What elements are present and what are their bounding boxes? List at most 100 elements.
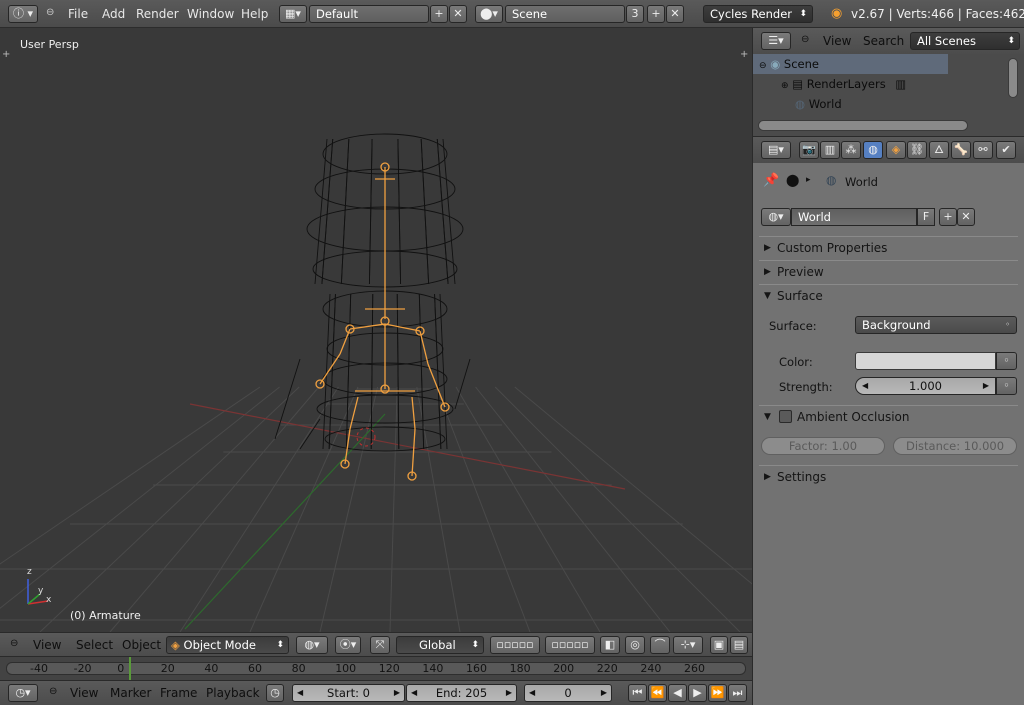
editor-type-properties-button[interactable]: ▤▾ [761, 141, 791, 159]
outliner-row-world[interactable]: ◍ World [753, 94, 948, 114]
menu-render[interactable]: Render [136, 7, 179, 21]
pin-icon[interactable]: 📌 [763, 173, 779, 188]
menu-view[interactable]: View [823, 34, 851, 48]
color-socket-button[interactable]: ◦ [996, 352, 1017, 370]
arrow-left-icon[interactable]: ◀ [411, 685, 417, 701]
snap-icon[interactable]: ⌒ [650, 636, 670, 654]
menu-help[interactable]: Help [241, 7, 268, 21]
collapse-menu-icon[interactable]: ⊖ [10, 638, 18, 649]
pivot-point-icon[interactable]: ⦿▾ [335, 636, 361, 654]
panel-settings[interactable]: ▶ Settings [759, 465, 1018, 487]
menu-view[interactable]: View [70, 686, 98, 700]
tab-world-icon[interactable]: ◍ [863, 141, 883, 159]
display-mode-select[interactable]: All Scenes ⬍ [910, 32, 1020, 50]
end-frame-field[interactable]: ◀ End: 205 ▶ [406, 684, 517, 702]
tab-modifiers-icon[interactable]: ✔ [996, 141, 1016, 159]
strength-socket-button[interactable]: ◦ [996, 377, 1017, 395]
outliner-row-scene[interactable]: ⊖ ◉ Scene [753, 54, 948, 74]
arrow-left-icon[interactable]: ◀ [297, 685, 303, 701]
menu-search[interactable]: Search [863, 34, 904, 48]
ao-checkbox[interactable] [779, 410, 792, 423]
arrow-left-icon[interactable]: ◀ [529, 685, 535, 701]
tab-layers-icon[interactable]: ▥ [820, 141, 840, 159]
menu-file[interactable]: File [68, 7, 88, 21]
menu-window[interactable]: Window [187, 7, 234, 21]
render-still-icon[interactable]: ▣ [710, 636, 728, 654]
timeline-area[interactable]: -40 -20 0 20 40 60 80 100 120 140 160 180 200 220 240 2… [0, 656, 752, 681]
menu-marker[interactable]: Marker [110, 686, 151, 700]
outliner-h-scrollbar[interactable] [758, 120, 968, 131]
surface-shader-select[interactable]: Background ◦ [855, 316, 1017, 334]
add-layout-icon[interactable]: + [430, 5, 448, 23]
menu-playback[interactable]: Playback [206, 686, 260, 700]
screen-layout-field[interactable]: Default [309, 5, 429, 23]
preview-range-icon[interactable]: ◷ [266, 684, 284, 702]
tab-render-icon[interactable]: 📷 [799, 141, 819, 159]
scene-name-field[interactable]: Scene [505, 5, 625, 23]
jump-keyframe-forward-icon[interactable]: ⏩ [708, 684, 727, 702]
current-frame-field[interactable]: ◀ 0 ▶ [524, 684, 612, 702]
remove-scene-icon[interactable]: ✕ [666, 5, 684, 23]
arrow-right-icon[interactable]: ▶ [506, 685, 512, 701]
screen-layout-icon[interactable]: ▦▾ [279, 5, 307, 23]
arrow-right-icon[interactable]: ▶ [394, 685, 400, 701]
play-reverse-icon[interactable]: ◀ [668, 684, 687, 702]
fake-user-button[interactable]: F [917, 208, 935, 226]
lock-layers-icon[interactable]: ◧ [600, 636, 620, 654]
add-scene-icon[interactable]: + [647, 5, 665, 23]
jump-keyframe-back-icon[interactable]: ⏪ [648, 684, 667, 702]
color-swatch[interactable] [855, 352, 996, 370]
menu-add[interactable]: Add [102, 7, 125, 21]
editor-type-outliner-button[interactable]: ☰▾ [761, 32, 791, 50]
tab-armature-icon[interactable]: 🜂 [929, 141, 949, 159]
arrow-left-icon[interactable]: ◀ [862, 378, 868, 394]
unlink-world-icon[interactable]: ✕ [957, 208, 975, 226]
viewport-shading-icon[interactable]: ◍▾ [296, 636, 328, 654]
toolshelf-toggle-icon[interactable]: + [2, 49, 10, 60]
collapse-menu-icon[interactable]: ⊖ [49, 686, 57, 697]
ao-distance-field[interactable]: Distance: 10.000 [893, 437, 1017, 455]
collapse-menu-icon[interactable]: ⊖ [801, 34, 809, 45]
scene-icon[interactable]: ⬤▾ [475, 5, 503, 23]
strength-field[interactable]: ◀ 1.000 ▶ [855, 377, 996, 395]
arrow-right-icon[interactable]: ▶ [601, 685, 607, 701]
render-animation-icon[interactable]: ▤ [730, 636, 748, 654]
menu-frame[interactable]: Frame [160, 686, 197, 700]
ao-factor-field[interactable]: Factor: 1.00 [761, 437, 885, 455]
editor-type-info-button[interactable]: ⓘ ▾ [8, 5, 38, 23]
menu-select[interactable]: Select [76, 638, 113, 652]
outliner-v-scrollbar[interactable] [1008, 58, 1018, 98]
jump-end-icon[interactable]: ⏭ [728, 684, 747, 702]
outliner-row-renderlayers[interactable]: ⊕ ▤ RenderLayers ▥ [753, 74, 948, 94]
expand-icon[interactable]: ⊕ [781, 81, 789, 91]
layers-grid-b[interactable]: ▫▫▫▫▫ [545, 636, 595, 654]
play-icon[interactable]: ▶ [688, 684, 707, 702]
collapse-menu-icon[interactable]: ⊖ [46, 7, 54, 18]
properties-toggle-icon[interactable]: + [740, 49, 748, 60]
3d-viewport[interactable]: z y x User Persp (0) Armature + + [0, 29, 752, 632]
world-name-field[interactable]: World [791, 208, 917, 226]
tab-constraints-icon[interactable]: ⛓ [907, 141, 927, 159]
remove-layout-icon[interactable]: ✕ [449, 5, 467, 23]
editor-type-timeline-button[interactable]: ◷▾ [8, 684, 38, 702]
panel-surface[interactable]: ▼ Surface [759, 284, 1018, 306]
layers-grid-a[interactable]: ▫▫▫▫▫ [490, 636, 540, 654]
transform-orientation-select[interactable]: Global ⬍ [396, 636, 484, 654]
tab-bone-constraints-icon[interactable]: ⚯ [973, 141, 993, 159]
arrow-right-icon[interactable]: ▶ [983, 378, 989, 394]
interaction-mode-select[interactable]: ◈ Object Mode ⬍ [166, 636, 289, 654]
tab-scene-icon[interactable]: ⁂ [841, 141, 861, 159]
panel-custom-properties[interactable]: ▶ Custom Properties [759, 236, 1018, 258]
manipulator-toggle-icon[interactable]: ⤧ [370, 636, 390, 654]
tab-bone-icon[interactable]: 🦴 [951, 141, 971, 159]
tab-object-icon[interactable]: ◈ [886, 141, 906, 159]
render-engine-select[interactable]: Cycles Render ⬍ [703, 5, 813, 23]
proportional-edit-icon[interactable]: ◎ [625, 636, 645, 654]
menu-view[interactable]: View [33, 638, 61, 652]
outliner-tree[interactable]: ⊖ ◉ Scene ⊕ ▤ RenderLayers ▥ ◍ World [753, 54, 1024, 136]
start-frame-field[interactable]: ◀ Start: 0 ▶ [292, 684, 405, 702]
menu-object[interactable]: Object [122, 638, 161, 652]
panel-preview[interactable]: ▶ Preview [759, 260, 1018, 282]
snap-element-icon[interactable]: ⊹▾ [673, 636, 703, 654]
world-browse-icon[interactable]: ◍▾ [761, 208, 791, 226]
